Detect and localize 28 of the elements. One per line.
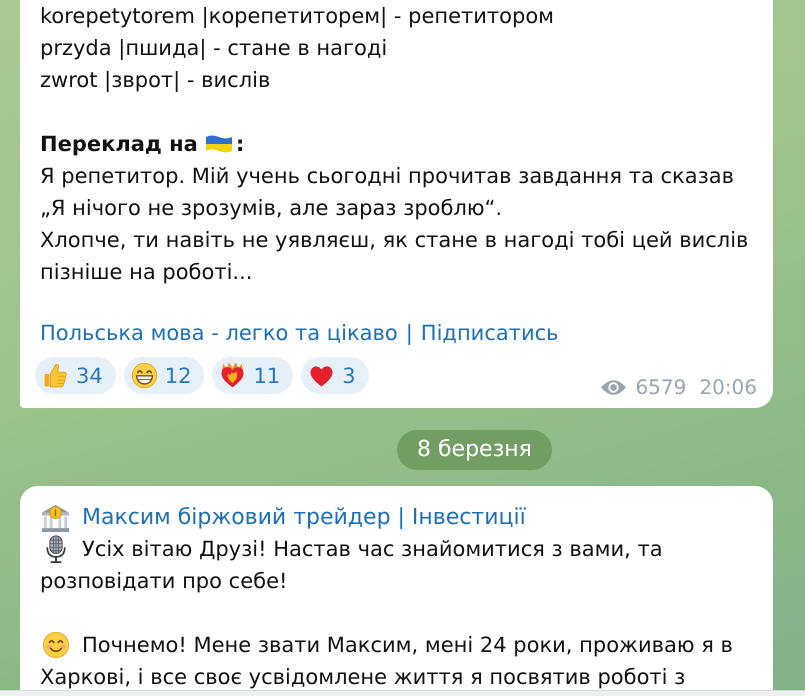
reaction-button[interactable]: 3: [301, 357, 369, 394]
vocabulary-line: zwrot |зврот| - вислів: [40, 67, 272, 94]
heading-colon: :: [236, 132, 244, 156]
flag-icon: [204, 134, 233, 154]
message-text: Харкові, і все своє усвідомлене життя я посвятив роботі з: [40, 664, 686, 690]
message-paragraph: Я репетитор. Мій учень сьогодні прочитав завдання та сказав „Я нічого не зрозумів, але зараз зроблю“.: [40, 163, 736, 222]
channel-link[interactable]: Польська мова - легко та цікаво: [40, 317, 398, 349]
reaction-button[interactable]: 12: [124, 357, 204, 394]
thumbs-up-icon: [42, 362, 69, 389]
date-badge: 8 березня: [397, 430, 552, 470]
reaction-button[interactable]: 11: [212, 357, 294, 394]
translation-heading: Переклад на: [40, 132, 198, 156]
subscribe-link[interactable]: Підписатись: [420, 317, 559, 349]
message-text: Почнемо! Мене звати Максим, мені 24 роки, проживаю я в: [82, 632, 733, 659]
vocabulary-line: przyda |пшида| - стане в нагоді: [40, 35, 388, 62]
flaming-heart-icon: [219, 362, 246, 389]
smiling-face-icon: [42, 631, 70, 659]
message-paragraph: Хлопче, ти навіть не уявляєш, як стане в нагоді тобі цей вислів пізніше на роботі...: [40, 227, 750, 286]
message-text: розповідати про себе!: [40, 568, 288, 595]
message-time: 20:06: [699, 375, 757, 399]
link-separator: |: [406, 320, 413, 347]
channel-name-link[interactable]: Максим біржовий трейдер | Інвестиції: [82, 504, 526, 530]
eye-icon: [600, 378, 628, 396]
vocabulary-line: korepetytorem |корепетиторем| - репетитором: [40, 3, 556, 30]
grinning-face-icon: [130, 362, 158, 389]
reaction-button[interactable]: 34: [35, 357, 116, 394]
message-text: Усіх вітаю Друзі! Настав час знайомитися з вами, та: [82, 536, 663, 563]
view-count: 6579: [635, 375, 686, 399]
